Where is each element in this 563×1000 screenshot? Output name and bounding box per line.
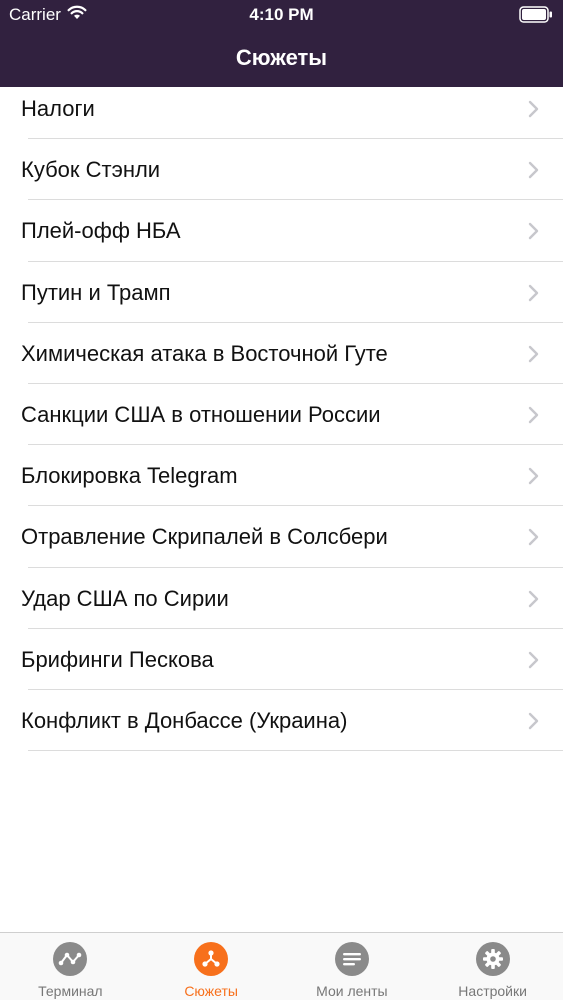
- tab-label: Терминал: [38, 983, 103, 999]
- list-item-label: Плей-офф НБА: [21, 218, 181, 244]
- list-item-label: Брифинги Пескова: [21, 646, 214, 672]
- list-item[interactable]: Налоги: [0, 78, 563, 140]
- list-item-label: Отравление Скрипалей в Солсбери: [21, 524, 388, 550]
- list-item-label: Конфликт в Донбассе (Украина): [21, 707, 348, 733]
- topics-list: Налоги Кубок Стэнли Плей-офф НБА Путин и…: [0, 78, 563, 752]
- branch-icon: [194, 942, 229, 976]
- top-bar: Carrier 4:10 PM Сюжеты: [0, 0, 563, 87]
- chevron-right-icon: [528, 161, 539, 179]
- list-item[interactable]: Санкции США в отношении России: [0, 384, 563, 446]
- list-item[interactable]: Блокировка Telegram: [0, 445, 563, 507]
- list-item-label: Химическая атака в Восточной Гуте: [21, 340, 388, 366]
- list-item[interactable]: Путин и Трамп: [0, 262, 563, 323]
- chevron-right-icon: [528, 345, 539, 362]
- tab-settings[interactable]: Настройки: [422, 933, 563, 1000]
- chevron-right-icon: [528, 100, 539, 118]
- list-item[interactable]: Плей-офф НБА: [0, 200, 563, 262]
- list-item[interactable]: Брифинги Пескова: [0, 629, 563, 690]
- list-item[interactable]: Кубок Стэнли: [0, 139, 563, 201]
- list-item-label: Удар США по Сирии: [21, 585, 229, 611]
- list-item[interactable]: Конфликт в Донбассе (Украина): [0, 690, 563, 752]
- tab-topics[interactable]: Сюжеты: [141, 933, 282, 1000]
- page-title: Сюжеты: [235, 45, 328, 70]
- tab-label: Настройки: [458, 983, 527, 999]
- graph-icon: [53, 942, 88, 976]
- tab-label: Мои ленты: [316, 983, 388, 999]
- chevron-right-icon: [528, 467, 539, 485]
- chevron-right-icon: [528, 223, 539, 240]
- chevron-right-icon: [528, 590, 539, 607]
- tab-label: Сюжеты: [184, 983, 238, 999]
- tab-my-feeds[interactable]: Мои ленты: [282, 933, 423, 1000]
- chevron-right-icon: [528, 529, 539, 546]
- list-item-label: Налоги: [21, 96, 95, 121]
- list-item-label: Санкции США в отношении России: [21, 401, 381, 427]
- list-icon: [334, 942, 369, 976]
- list-item-label: Кубок Стэнли: [21, 157, 161, 183]
- list-item[interactable]: Удар США по Сирии: [0, 568, 563, 629]
- chevron-right-icon: [528, 406, 539, 424]
- tab-bar: Терминал Сюжеты Мои ленты Настройки: [0, 932, 563, 1000]
- list-item-label: Путин и Трамп: [21, 279, 171, 305]
- separator: [28, 750, 563, 752]
- battery-icon: [519, 6, 553, 23]
- chevron-right-icon: [528, 284, 539, 301]
- list-item[interactable]: Отравление Скрипалей в Солсбери: [0, 506, 563, 568]
- list-item-label: Блокировка Telegram: [21, 463, 238, 489]
- gear-icon: [475, 942, 510, 976]
- list-item[interactable]: Химическая атака в Восточной Гуте: [0, 323, 563, 384]
- chevron-right-icon: [528, 712, 539, 730]
- status-time: 4:10 PM: [249, 5, 314, 24]
- chevron-right-icon: [528, 651, 539, 668]
- topics-screen: Carrier 4:10 PM Сюжеты Налоги Кубок Стэн…: [0, 0, 563, 1000]
- tab-terminal[interactable]: Терминал: [0, 933, 141, 1000]
